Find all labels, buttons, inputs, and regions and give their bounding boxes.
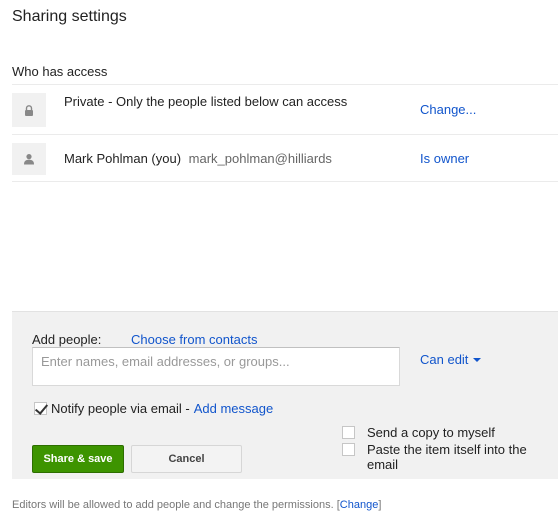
access-row-visibility: Private - Only the people listed below c… <box>12 84 558 134</box>
owner-identity: Mark Pohlman (you) mark_pohlman@hilliard… <box>64 150 374 167</box>
page-title: Sharing settings <box>12 8 127 25</box>
who-has-access-label: Who has access <box>12 64 108 79</box>
add-people-label: Add people: <box>32 332 102 347</box>
notify-checkbox[interactable] <box>34 402 47 415</box>
share-save-button[interactable]: Share & save <box>32 445 124 473</box>
cancel-button[interactable]: Cancel <box>131 445 242 473</box>
access-row-owner: Mark Pohlman (you) mark_pohlman@hilliard… <box>12 134 558 182</box>
notify-option: Notify people via email - Add message <box>34 401 273 416</box>
chevron-down-icon <box>473 357 482 362</box>
send-copy-option: Send a copy to myself <box>342 425 495 440</box>
owner-name: Mark Pohlman (you) <box>64 151 182 166</box>
visibility-text: Private - Only the people listed below c… <box>64 94 348 109</box>
paste-item-option: Paste the item itself into the email <box>342 442 554 472</box>
paste-item-label: Paste the item itself into the email <box>367 442 527 472</box>
lock-icon <box>12 93 46 127</box>
person-icon <box>12 143 46 175</box>
owner-email: mark_pohlman@hilliards <box>188 151 332 166</box>
footer-change-link[interactable]: Change <box>340 499 379 511</box>
footer-note-text: Editors will be allowed to add people an… <box>12 499 334 511</box>
permission-label: Can edit <box>420 352 469 367</box>
add-message-link[interactable]: Add message <box>194 401 274 416</box>
owner-role-dropdown[interactable]: Is owner <box>420 151 469 166</box>
footer-bracket-close: ] <box>378 499 382 511</box>
add-people-input[interactable] <box>32 347 400 386</box>
notify-label: Notify people via email - <box>51 401 190 416</box>
paste-item-checkbox[interactable] <box>342 443 355 456</box>
send-copy-checkbox[interactable] <box>342 426 355 439</box>
choose-contacts-link[interactable]: Choose from contacts <box>131 332 257 347</box>
change-visibility-link[interactable]: Change... <box>420 102 476 117</box>
permission-dropdown[interactable]: Can edit <box>420 352 482 367</box>
add-people-panel: Add people: Choose from contacts Can edi… <box>12 311 558 479</box>
editors-permission-note: Editors will be allowed to add people an… <box>12 499 381 511</box>
send-copy-label: Send a copy to myself <box>367 425 495 440</box>
